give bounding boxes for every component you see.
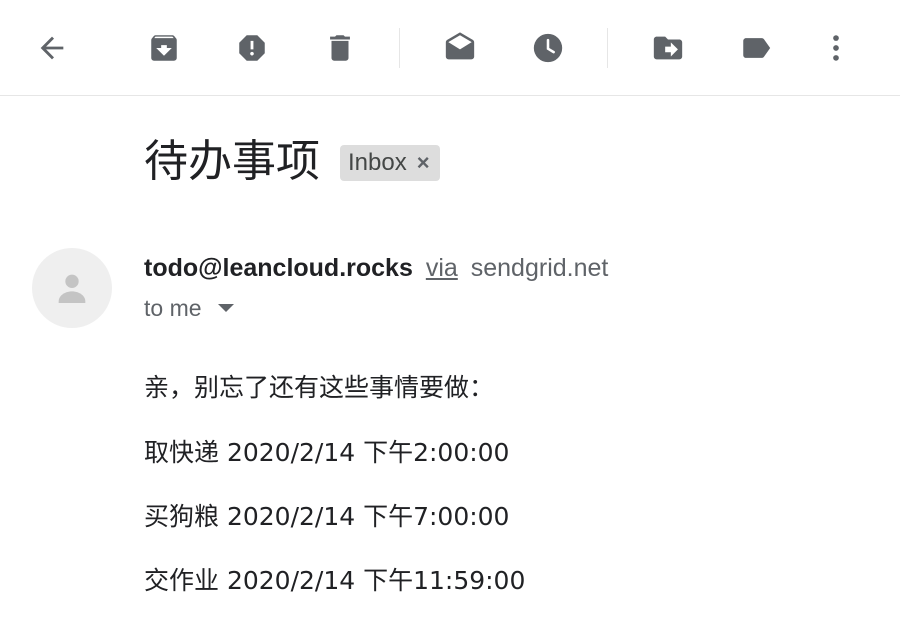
todo-item: 交作业 2020/2/14 下午11:59:00	[144, 566, 526, 595]
trash-icon	[330, 35, 350, 61]
back-button[interactable]	[28, 24, 76, 72]
more-vert-icon	[833, 35, 839, 61]
todo-item: 取快递 2020/2/14 下午2:00:00	[144, 438, 510, 467]
report-spam-icon	[239, 35, 265, 61]
label-chip-text: Inbox	[348, 149, 407, 176]
sender-email[interactable]: todo@leancloud.rocks	[144, 254, 413, 282]
person-icon	[58, 274, 86, 303]
snooze-button[interactable]	[524, 24, 572, 72]
chevron-down-icon	[217, 304, 234, 312]
move-to-button[interactable]	[644, 24, 692, 72]
mark-unread-icon	[445, 32, 475, 60]
body-greeting: 亲，别忘了还有这些事情要做：	[144, 373, 495, 402]
label-icon	[743, 38, 771, 58]
archive-icon	[151, 35, 177, 61]
via-link[interactable]: via	[426, 254, 458, 282]
toolbar-divider	[399, 28, 400, 68]
report-spam-button[interactable]	[228, 24, 276, 72]
sender-avatar[interactable]	[32, 248, 112, 328]
archive-button[interactable]	[140, 24, 188, 72]
move-to-icon	[653, 36, 683, 60]
remove-label-button[interactable]: ×	[417, 150, 430, 176]
subject-row: 待办事项 Inbox ×	[144, 134, 440, 190]
email-subject: 待办事项	[144, 136, 320, 187]
delete-button[interactable]	[316, 24, 364, 72]
arrow-left-icon	[40, 36, 64, 60]
recipient-text: to me	[144, 295, 202, 321]
via-domain: sendgrid.net	[470, 254, 609, 282]
mark-unread-button[interactable]	[436, 24, 484, 72]
labels-button[interactable]	[732, 24, 780, 72]
clock-icon	[533, 33, 563, 63]
more-options-button[interactable]	[812, 24, 860, 72]
message-toolbar	[0, 0, 900, 96]
inbox-label-chip[interactable]: Inbox ×	[340, 145, 440, 181]
recipient-details-toggle[interactable]: to me	[144, 292, 234, 324]
toolbar-divider	[607, 28, 608, 68]
sender-line: todo@leancloud.rocks via sendgrid.net	[144, 252, 608, 284]
todo-item: 买狗粮 2020/2/14 下午7:00:00	[144, 502, 510, 531]
